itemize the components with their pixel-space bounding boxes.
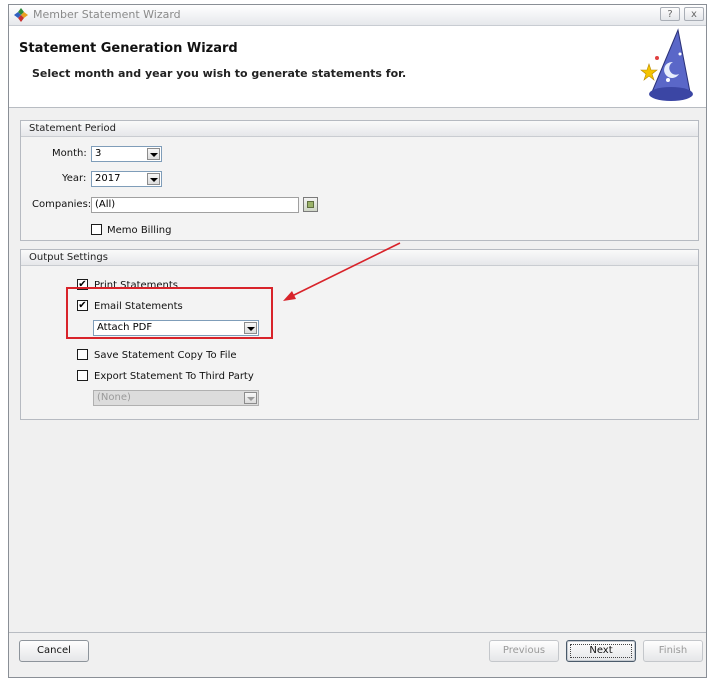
chevron-down-icon [244,392,257,404]
export-target-select: (None) [93,390,259,406]
statement-period-header: Statement Period [21,121,698,137]
annotation-highlight-box [66,287,273,339]
year-label: Year: [62,173,87,184]
month-value: 3 [95,148,102,159]
finish-button[interactable]: Finish [643,640,703,662]
wizard-hat-icon [640,28,693,101]
companies-field[interactable]: (All) [91,197,299,213]
next-button[interactable]: Next [566,640,636,662]
page-title: Statement Generation Wizard [19,41,238,56]
statement-period-group: Statement Period Month: 3 Year: 2017 Com… [20,120,699,241]
save-copy-checkbox[interactable] [77,349,88,360]
output-settings-header: Output Settings [21,250,698,266]
companies-picker-icon[interactable] [303,197,318,212]
wizard-window: Member Statement Wizard ? x Statement Ge… [8,4,707,678]
window-title: Member Statement Wizard [33,8,181,21]
month-select[interactable]: 3 [91,146,162,162]
companies-label: Companies: [32,199,92,210]
year-value: 2017 [95,173,121,184]
export-third-party-checkbox[interactable] [77,370,88,381]
year-select[interactable]: 2017 [91,171,162,187]
export-third-party-label: Export Statement To Third Party [94,371,254,382]
chevron-down-icon[interactable] [147,173,160,185]
month-label: Month: [52,148,87,159]
output-settings-title: Output Settings [29,252,108,263]
memo-billing-label: Memo Billing [107,225,172,236]
title-bar: Member Statement Wizard ? x [9,5,706,26]
export-target-value: (None) [97,392,131,403]
chevron-down-icon[interactable] [147,148,160,160]
app-logo-icon [14,8,28,22]
close-button[interactable]: x [684,7,704,21]
next-focus-rect [570,644,632,658]
previous-button[interactable]: Previous [489,640,559,662]
help-button[interactable]: ? [660,7,680,21]
companies-value: (All) [95,199,116,210]
statement-period-title: Statement Period [29,123,116,134]
wizard-header: Statement Generation Wizard Select month… [9,26,706,108]
cancel-button[interactable]: Cancel [19,640,89,662]
save-copy-label: Save Statement Copy To File [94,350,237,361]
memo-billing-checkbox[interactable] [91,224,102,235]
page-subtitle: Select month and year you wish to genera… [32,67,407,80]
wizard-footer: Cancel Previous Next Finish [9,632,706,677]
